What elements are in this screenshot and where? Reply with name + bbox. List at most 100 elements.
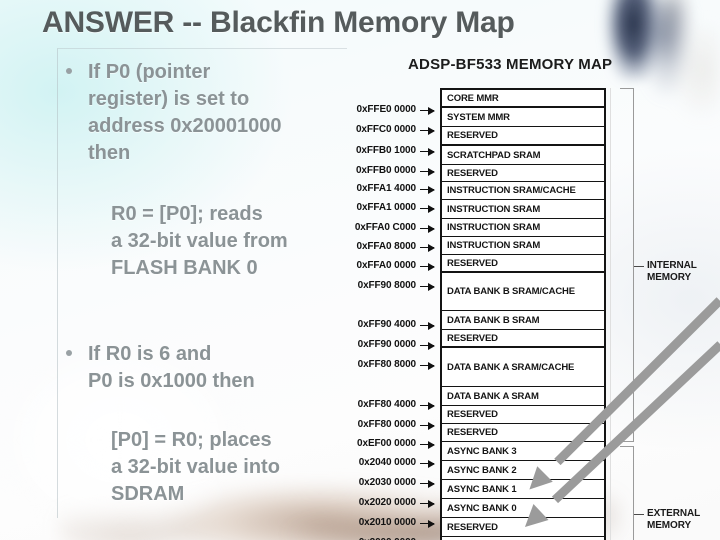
bullet-text: If R0 is 6 and P0 is 0x1000 then: [88, 343, 255, 392]
memory-address-label: 0xFFC0 0000: [355, 124, 416, 135]
memory-address-label: 0x2020 0000: [358, 497, 416, 508]
memory-region-label: INSTRUCTION SRAM/CACHE: [447, 185, 576, 196]
memory-address-arrow-icon: [420, 362, 435, 370]
memory-region-label: RESERVED: [447, 427, 498, 438]
memory-address-arrow-icon: [420, 460, 435, 468]
memory-address-arrow-icon: [420, 107, 435, 115]
memory-region-label: SCRATCHPAD SRAM: [447, 149, 541, 161]
memory-region-label: ASYNC BANK 3: [447, 445, 517, 457]
bullet-4: [P0] = R0; places a 32-bit value into SD…: [111, 427, 280, 508]
memory-address-label: 0xFF90 4000: [357, 319, 416, 330]
memory-address-arrow-icon: [420, 480, 435, 488]
memory-address-label: 0xFF80 0000: [357, 419, 416, 430]
memory-region: ASYNC BANK 2: [442, 461, 604, 480]
memory-address-arrow-icon: [420, 342, 435, 350]
bullet-text: [P0] = R0; places a 32-bit value into SD…: [111, 429, 280, 505]
internal-memory-bracket: [620, 88, 634, 442]
memory-address-arrow-icon: [420, 225, 435, 233]
memory-address-arrow-icon: [420, 283, 435, 291]
memory-address-arrow-icon: [420, 244, 435, 252]
body-text-panel: If P0 (pointer register) is set to addre…: [57, 48, 347, 518]
bullet-1: If P0 (pointer register) is set to addre…: [66, 59, 282, 167]
memory-region: RESERVED: [442, 518, 604, 537]
memory-address-label: 0xEF00 0000: [357, 438, 416, 449]
memory-region: RESERVED: [442, 330, 604, 348]
bullet-text: R0 = [P0]; reads a 32-bit value from FLA…: [111, 203, 288, 279]
memory-address-label: 0xFF90 0000: [357, 339, 416, 350]
memory-address-label: 0xFFA0 0000: [356, 260, 417, 271]
memory-region: DATA BANK A SRAM: [442, 387, 604, 406]
memory-region-label: INSTRUCTION SRAM: [447, 203, 541, 215]
memory-region-label: DATA BANK A SRAM/CACHE: [447, 361, 575, 373]
external-memory-tick-icon: [634, 513, 644, 515]
memory-address-label: 0xFFA0 C000: [354, 222, 416, 233]
memory-address-arrow-icon: [420, 441, 435, 449]
memory-region: SYSTEM MMR: [442, 108, 604, 127]
memory-address-arrow-icon: [420, 500, 435, 508]
memory-region: INSTRUCTION SRAM: [442, 200, 604, 219]
memory-address-label: 0xFF80 4000: [357, 399, 416, 410]
bullet-text: If P0 (pointer register) is set to addre…: [88, 61, 282, 164]
memory-region: RESERVED: [442, 406, 604, 424]
memory-map-figure: ADSP-BF533 MEMORY MAP CORE MMR SYSTEM MMR…: [330, 52, 720, 540]
memory-address-label: 0xFFA0 8000: [356, 241, 417, 252]
external-memory-bracket: [620, 446, 634, 540]
memory-address-arrow-icon: [420, 127, 435, 135]
bullet-2: R0 = [P0]; reads a 32-bit value from FLA…: [111, 201, 288, 282]
memory-region-label: RESERVED: [447, 332, 498, 344]
memory-region: DATA BANK A SRAM/CACHE: [442, 348, 604, 387]
memory-map-box: CORE MMR SYSTEM MMR RESERVED SCRATCHPAD SRA…: [440, 88, 606, 540]
memory-address-arrow-icon: [420, 422, 435, 430]
memory-region: ASYNC BANK 3: [442, 442, 604, 461]
memory-address-label: 0xFFB0 0000: [355, 165, 416, 176]
memory-region: DATA BANK B SRAM: [442, 311, 604, 330]
memory-address-label: 0xFFA1 0000: [356, 202, 417, 213]
memory-region-label: RESERVED: [447, 130, 498, 141]
memory-address-label: 0x2040 0000: [358, 457, 416, 468]
memory-region-label: DATA BANK A SRAM: [447, 390, 539, 402]
memory-region: RESERVED: [442, 165, 604, 182]
memory-address-arrow-icon: [420, 205, 435, 213]
memory-map-title: ADSP-BF533 MEMORY MAP: [408, 56, 613, 73]
memory-address-label: 0xFF80 8000: [357, 359, 416, 370]
slide-title: ANSWER -- Blackfin Memory Map: [42, 6, 515, 39]
memory-region-label: RESERVED: [447, 257, 498, 269]
memory-region: ASYNC BANK 0: [442, 499, 604, 518]
memory-address-arrow-icon: [420, 402, 435, 410]
slide: ANSWER -- Blackfin Memory Map If P0 (poi…: [0, 0, 720, 540]
bullet-marker-icon: [66, 350, 72, 356]
memory-region-label: DATA BANK B SRAM/CACHE: [447, 286, 575, 297]
memory-region-label: DATA BANK B SRAM: [447, 314, 540, 326]
memory-region: INSTRUCTION SRAM: [442, 219, 604, 237]
memory-region-label: RESERVED: [447, 409, 498, 420]
memory-region-label: ASYNC BANK 2: [447, 464, 517, 476]
memory-region: RESERVED: [442, 255, 604, 273]
memory-region-label: ASYNC BANK 1: [447, 483, 517, 495]
memory-address-arrow-icon: [420, 263, 435, 271]
memory-address-label: 0x2030 0000: [358, 477, 416, 488]
memory-address-arrow-icon: [420, 520, 435, 528]
memory-region-label: RESERVED: [447, 521, 498, 533]
internal-memory-label: INTERNAL MEMORY: [647, 260, 697, 283]
memory-address-label: 0xFF90 8000: [357, 280, 416, 291]
memory-map-guide-line: [610, 88, 611, 540]
bullet-3: If R0 is 6 and P0 is 0x1000 then: [66, 341, 255, 395]
memory-region: RESERVED: [442, 424, 604, 442]
external-memory-label: EXTERNAL MEMORY: [647, 507, 701, 531]
memory-region-label: SYSTEM MMR: [447, 111, 510, 123]
memory-region: CORE MMR: [442, 90, 604, 108]
memory-region-label: CORE MMR: [447, 92, 499, 104]
memory-region: ASYNC BANK 1: [442, 480, 604, 499]
memory-region-label: INSTRUCTION SRAM: [447, 222, 541, 233]
memory-region-label: ASYNC BANK 0: [447, 502, 517, 514]
memory-address-label: 0x2010 0000: [358, 517, 416, 528]
internal-memory-tick-icon: [634, 266, 644, 267]
memory-address-label: 0xFFE0 0000: [356, 104, 417, 115]
memory-address-arrow-icon: [420, 186, 435, 194]
memory-address-arrow-icon: [420, 148, 435, 156]
memory-address-label: 0xFFB0 1000: [355, 145, 416, 156]
memory-region: INSTRUCTION SRAM: [442, 237, 604, 255]
memory-region: DATA BANK B SRAM/CACHE: [442, 273, 604, 311]
memory-region: INSTRUCTION SRAM/CACHE: [442, 182, 604, 200]
bullet-marker-icon: [66, 68, 72, 74]
